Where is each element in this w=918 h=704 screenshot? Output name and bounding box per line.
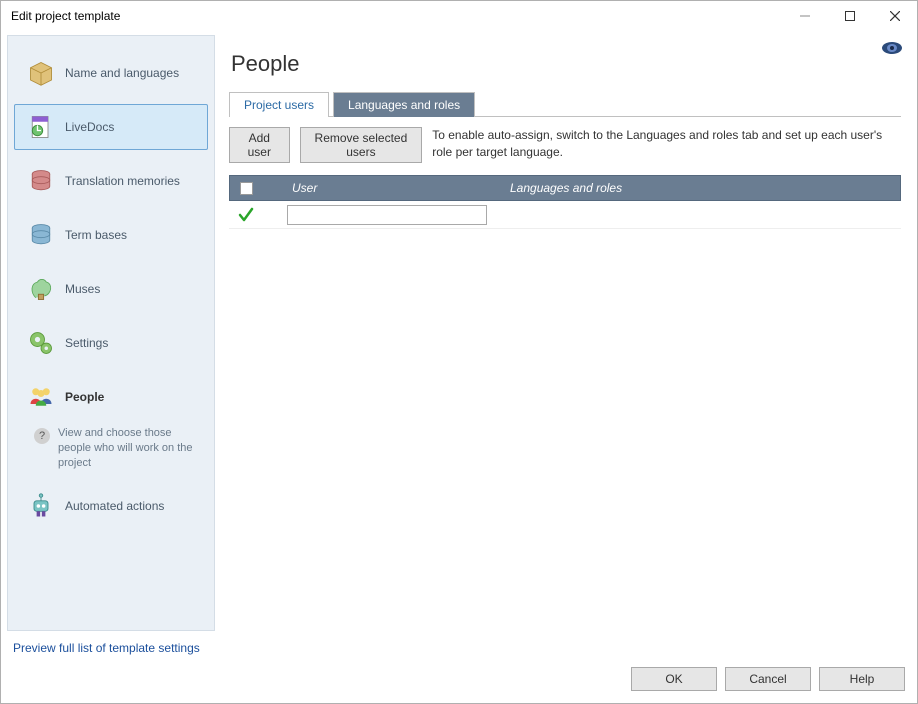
database-icon xyxy=(25,165,57,197)
maximize-icon xyxy=(845,11,855,21)
dialog-window: Edit project template Name and languages xyxy=(0,0,918,704)
ok-button[interactable]: OK xyxy=(631,667,717,691)
tab-strip: Project users Languages and roles xyxy=(229,91,901,117)
sidebar-item-automated-actions[interactable]: Automated actions xyxy=(14,483,208,529)
termbase-icon xyxy=(25,219,57,251)
button-row: OK Cancel Help xyxy=(13,667,905,691)
gear-icon xyxy=(25,327,57,359)
sidebar-item-label: Term bases xyxy=(65,228,127,242)
maximize-button[interactable] xyxy=(827,1,872,31)
sidebar-people-description: ? View and choose those people who will … xyxy=(8,424,214,479)
sidebar-item-label: Name and languages xyxy=(65,66,179,80)
toolbar: Add user Remove selected users To enable… xyxy=(229,127,901,163)
preview-settings-link[interactable]: Preview full list of template settings xyxy=(13,641,200,655)
window-controls xyxy=(782,1,917,31)
sidebar-item-label: LiveDocs xyxy=(65,120,114,134)
row-status-icon xyxy=(229,206,287,224)
muse-icon xyxy=(25,273,57,305)
add-user-button[interactable]: Add user xyxy=(229,127,290,163)
select-all-checkbox[interactable] xyxy=(240,182,253,195)
sidebar-item-label: Muses xyxy=(65,282,100,296)
people-desc-text: View and choose those people who will wo… xyxy=(58,426,204,471)
sidebar-item-translation-memories[interactable]: Translation memories xyxy=(14,158,208,204)
sidebar-item-label: Automated actions xyxy=(65,499,164,513)
sidebar-item-people[interactable]: People xyxy=(14,374,208,420)
window-title: Edit project template xyxy=(11,9,782,23)
minimize-button[interactable] xyxy=(782,1,827,31)
sidebar-item-term-bases[interactable]: Term bases xyxy=(14,212,208,258)
table-header: User Languages and roles xyxy=(229,175,901,201)
column-header-user[interactable]: User xyxy=(288,181,506,195)
close-icon xyxy=(890,11,900,21)
livedocs-icon xyxy=(25,111,57,143)
titlebar: Edit project template xyxy=(1,1,917,31)
dialog-footer: Preview full list of template settings O… xyxy=(1,635,917,703)
sidebar-item-label: Translation memories xyxy=(65,174,180,188)
tab-languages-roles[interactable]: Languages and roles xyxy=(333,92,475,117)
tab-project-users[interactable]: Project users xyxy=(229,92,329,117)
row-user-cell xyxy=(287,205,505,225)
close-button[interactable] xyxy=(872,1,917,31)
minimize-icon xyxy=(800,11,810,21)
sidebar-item-label: People xyxy=(65,390,104,404)
help-icon: ? xyxy=(34,428,50,444)
robot-icon xyxy=(25,490,57,522)
page-title: People xyxy=(231,51,901,77)
sidebar-item-name-languages[interactable]: Name and languages xyxy=(14,50,208,96)
help-button[interactable]: Help xyxy=(819,667,905,691)
column-checkbox xyxy=(230,182,288,195)
dialog-body: Name and languages LiveDocs Translation … xyxy=(1,31,917,635)
cancel-button[interactable]: Cancel xyxy=(725,667,811,691)
people-icon xyxy=(25,381,57,413)
table-row xyxy=(229,201,901,229)
sidebar-item-settings[interactable]: Settings xyxy=(14,320,208,366)
eye-icon[interactable] xyxy=(881,41,903,55)
check-icon xyxy=(237,206,255,224)
remove-users-button[interactable]: Remove selected users xyxy=(300,127,423,163)
sidebar-item-label: Settings xyxy=(65,336,108,350)
column-header-roles[interactable]: Languages and roles xyxy=(506,181,900,195)
box-icon xyxy=(25,57,57,89)
sidebar-item-livedocs[interactable]: LiveDocs xyxy=(14,104,208,150)
auto-assign-hint: To enable auto-assign, switch to the Lan… xyxy=(432,127,901,161)
user-input[interactable] xyxy=(287,205,487,225)
main-panel: People Project users Languages and roles… xyxy=(215,31,917,635)
sidebar: Name and languages LiveDocs Translation … xyxy=(7,35,215,631)
sidebar-item-muses[interactable]: Muses xyxy=(14,266,208,312)
